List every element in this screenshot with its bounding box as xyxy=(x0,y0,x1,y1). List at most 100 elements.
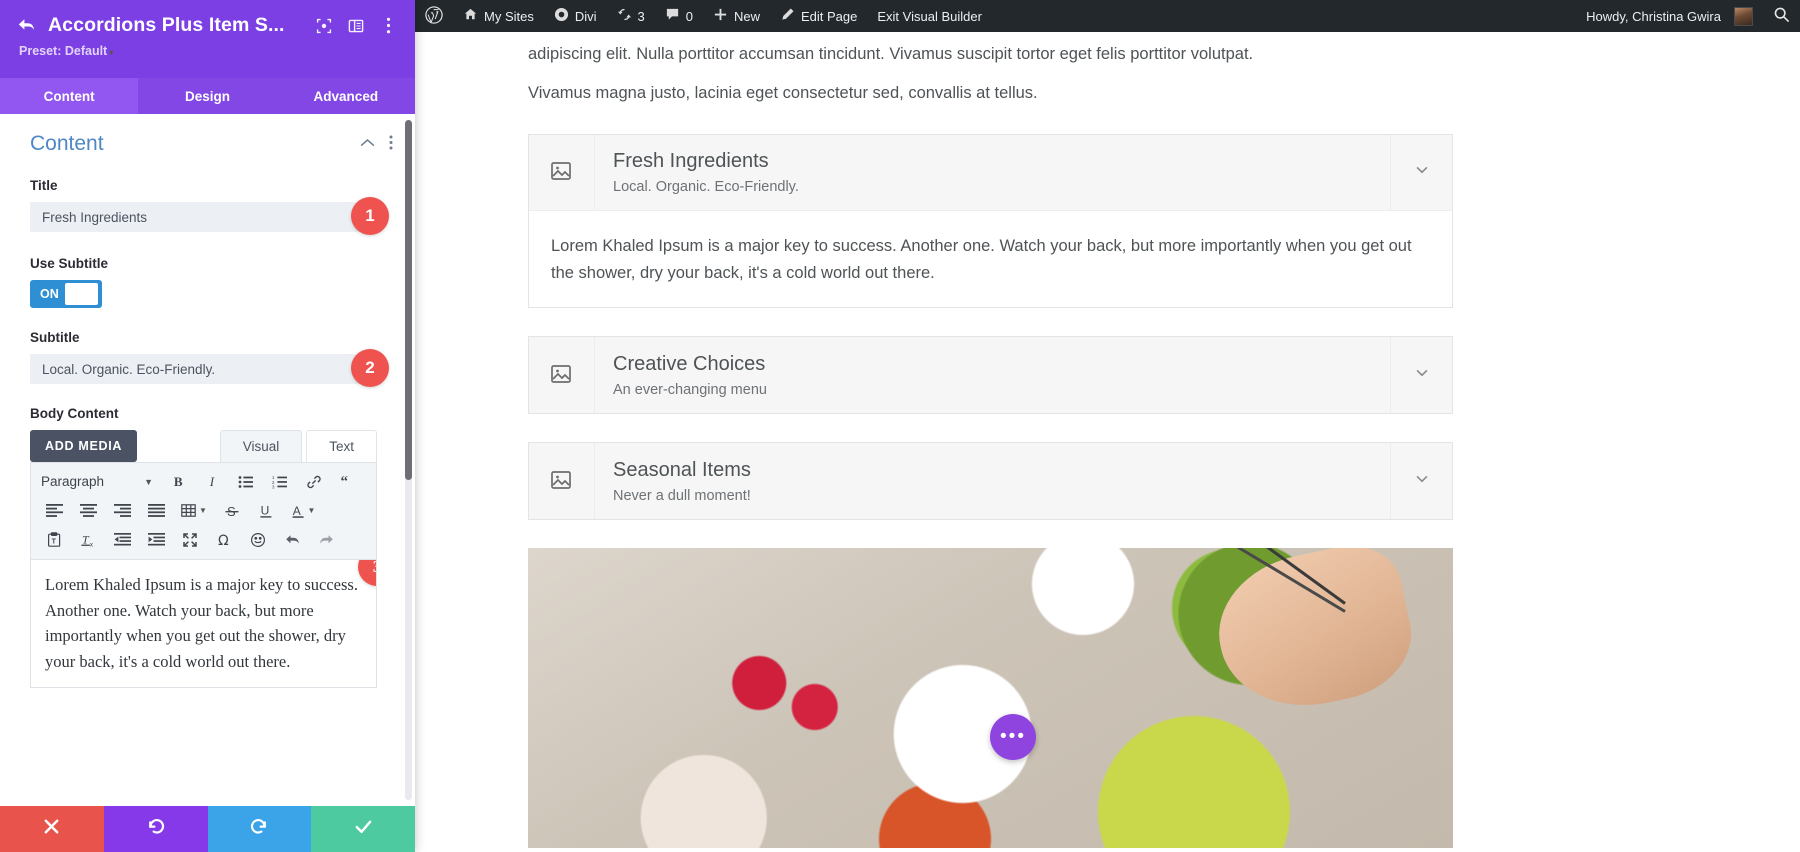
image-placeholder-icon xyxy=(549,362,575,388)
title-field: Title Fresh Ingredients 1 xyxy=(0,178,415,235)
cancel-button[interactable] xyxy=(0,806,104,852)
preset-selector[interactable]: Preset: Default ▾ xyxy=(19,44,399,58)
new-content-menu[interactable]: New xyxy=(703,0,770,32)
accordion-title-group: Creative Choices An ever-changing menu xyxy=(595,341,1390,410)
title-input[interactable]: Fresh Ingredients xyxy=(30,202,377,232)
redo-arrow-icon xyxy=(249,816,269,842)
avatar xyxy=(1734,6,1753,26)
chevron-up-icon[interactable] xyxy=(352,136,383,152)
accordion-header[interactable]: Fresh Ingredients Local. Organic. Eco-Fr… xyxy=(529,134,1452,211)
my-sites-menu[interactable]: My Sites xyxy=(453,0,544,32)
module-settings-button[interactable]: ••• xyxy=(990,714,1036,761)
comments-menu[interactable]: 0 xyxy=(655,0,703,32)
outdent-icon[interactable] xyxy=(105,526,139,553)
accordion-title: Creative Choices xyxy=(613,352,766,375)
vertical-dots-icon[interactable] xyxy=(383,135,399,153)
toolbar-row-1: Paragraph ▼ B I 123 “ xyxy=(37,467,370,496)
wp-editor: ADD MEDIA Visual Text Paragraph ▼ B I 1 … xyxy=(0,430,415,688)
redo-icon[interactable] xyxy=(309,526,343,553)
greeting-label: Howdy, Christina Gwira xyxy=(1586,8,1721,24)
italic-icon[interactable]: I xyxy=(195,468,229,495)
tab-design[interactable]: Design xyxy=(138,78,277,114)
accordion-toggle-button[interactable] xyxy=(1390,443,1452,520)
save-button[interactable] xyxy=(311,806,415,852)
layout-panel-icon[interactable] xyxy=(345,15,367,37)
accordion-subtitle: Local. Organic. Eco-Friendly. xyxy=(613,178,799,195)
updates-menu[interactable]: 3 xyxy=(607,0,655,32)
underline-icon[interactable]: U xyxy=(249,497,283,524)
paste-as-text-icon[interactable]: T xyxy=(37,526,71,553)
close-x-icon xyxy=(42,817,61,842)
updates-icon xyxy=(617,7,632,25)
chevron-down-icon: ▾ xyxy=(109,48,114,57)
editor-topbar: ADD MEDIA Visual Text xyxy=(30,430,377,462)
edit-page-link[interactable]: Edit Page xyxy=(770,0,867,32)
title-label: Title xyxy=(30,178,58,193)
editor-toolbar: Paragraph ▼ B I 123 “ ▼ S U A ▼ T T x Ω xyxy=(30,462,377,560)
image-placeholder-icon xyxy=(549,468,575,494)
vertical-dots-icon[interactable] xyxy=(377,15,399,37)
accordion-header[interactable]: Creative Choices An ever-changing menu xyxy=(529,337,1452,414)
accordion-icon-cell xyxy=(529,134,595,210)
pencil-icon xyxy=(780,7,795,25)
align-justify-icon[interactable] xyxy=(139,497,173,524)
undo-button[interactable] xyxy=(103,806,208,852)
chevron-down-icon xyxy=(1414,162,1430,182)
align-right-icon[interactable] xyxy=(105,497,139,524)
editor-mode-tabs: Visual Text xyxy=(219,430,377,462)
search-button[interactable] xyxy=(1763,0,1800,32)
align-center-icon[interactable] xyxy=(71,497,105,524)
accordion-header[interactable]: Seasonal Items Never a dull moment! xyxy=(529,443,1452,520)
link-icon[interactable] xyxy=(297,468,331,495)
emoji-icon[interactable] xyxy=(241,526,275,553)
bulleted-list-icon[interactable] xyxy=(229,468,263,495)
content-section-header: Content xyxy=(0,114,415,162)
undo-icon[interactable] xyxy=(275,526,309,553)
special-character-icon[interactable]: Ω xyxy=(207,526,241,553)
fullscreen-icon[interactable] xyxy=(173,526,207,553)
add-media-button[interactable]: ADD MEDIA xyxy=(30,430,138,462)
accordion-toggle-button[interactable] xyxy=(1390,337,1452,414)
divi-menu[interactable]: Divi xyxy=(544,0,607,32)
chevron-down-icon: ▼ xyxy=(307,506,316,515)
indent-icon[interactable] xyxy=(139,526,173,553)
exit-visual-builder-link[interactable]: Exit Visual Builder xyxy=(867,0,992,32)
new-label: New xyxy=(733,8,760,24)
tab-visual[interactable]: Visual xyxy=(219,430,303,462)
paragraph-format-select[interactable]: Paragraph ▼ xyxy=(37,468,161,495)
table-icon[interactable]: ▼ xyxy=(173,497,215,524)
use-subtitle-field: Use Subtitle ON xyxy=(0,256,415,308)
svg-text:x: x xyxy=(90,541,94,547)
tab-advanced[interactable]: Advanced xyxy=(276,78,415,114)
food-photo: ••• xyxy=(528,548,1453,849)
subtitle-label: Subtitle xyxy=(30,330,80,345)
text-color-icon[interactable]: A ▼ xyxy=(283,497,323,524)
accordion-title: Fresh Ingredients xyxy=(613,149,769,172)
align-left-icon[interactable] xyxy=(37,497,71,524)
scrollbar-thumb[interactable] xyxy=(405,120,412,480)
blockquote-icon[interactable]: “ xyxy=(331,468,365,495)
svg-text:T: T xyxy=(82,532,90,546)
account-menu[interactable]: Howdy, Christina Gwira xyxy=(1576,0,1763,32)
tab-text[interactable]: Text xyxy=(306,430,377,462)
body-content-editor[interactable]: Lorem Khaled Ipsum is a major key to suc… xyxy=(30,560,377,688)
clear-formatting-icon[interactable]: Tx xyxy=(71,526,105,553)
use-subtitle-toggle[interactable]: ON xyxy=(30,280,102,308)
divi-label: Divi xyxy=(574,8,597,24)
svg-text:A: A xyxy=(292,503,300,517)
back-arrow-icon[interactable] xyxy=(16,17,38,35)
wordpress-logo-button[interactable] xyxy=(415,0,453,32)
numbered-list-icon[interactable]: 123 xyxy=(263,468,297,495)
accordion-icon-cell xyxy=(529,337,595,414)
svg-text:3: 3 xyxy=(272,484,275,489)
chevron-down-icon: ▼ xyxy=(144,476,153,487)
settings-panel-header: Accordions Plus Item S... Preset: Defaul… xyxy=(0,0,415,78)
subtitle-input[interactable]: Local. Organic. Eco-Friendly. xyxy=(30,354,377,384)
accordion-toggle-button[interactable] xyxy=(1390,134,1452,210)
strikethrough-icon[interactable]: S xyxy=(215,497,249,524)
redo-button[interactable] xyxy=(207,806,312,852)
toggle-state-label: ON xyxy=(40,287,59,301)
focus-frame-icon[interactable] xyxy=(313,15,335,37)
bold-icon[interactable]: B xyxy=(161,468,195,495)
tab-content[interactable]: Content xyxy=(0,78,139,114)
